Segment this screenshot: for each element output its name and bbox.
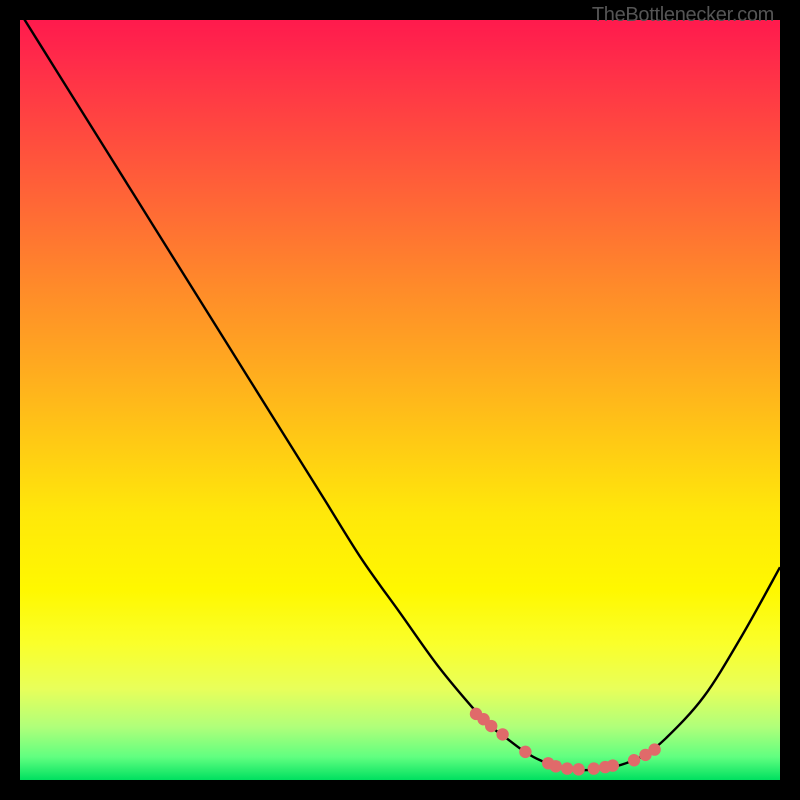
chart-container: TheBottlenecker.com: [0, 0, 800, 800]
plot-area: [20, 20, 780, 780]
heatmap-gradient: [20, 20, 780, 780]
watermark-text: TheBottlenecker.com: [592, 4, 774, 27]
